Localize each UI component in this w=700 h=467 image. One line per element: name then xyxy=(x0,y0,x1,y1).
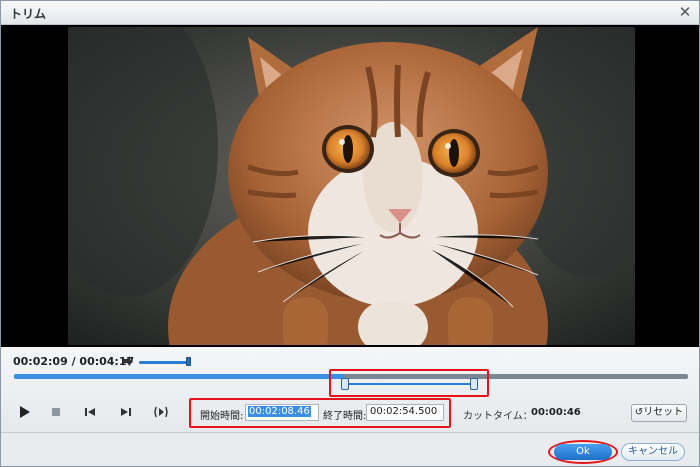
trim-dialog: トリム ✕ 00:02:09 / 00:04:17 開始時間: 00:02:08… xyxy=(0,0,700,467)
timeline-progress xyxy=(14,374,345,379)
player-controls: 00:02:09 / 00:04:17 開始時間: 00:02:08.46 終了… xyxy=(1,347,699,433)
forward-icon[interactable] xyxy=(152,403,170,421)
close-icon[interactable]: ✕ xyxy=(677,4,693,20)
cut-time-label: カットタイム： xyxy=(463,411,533,422)
end-time-label: 終了時間: xyxy=(323,411,367,422)
previous-frame-icon[interactable] xyxy=(81,403,99,421)
cat-image xyxy=(68,27,635,345)
current-time: 00:02:09 xyxy=(13,355,68,368)
start-time-field[interactable]: 00:02:08.46 xyxy=(245,404,319,421)
end-time-field[interactable]: 00:02:54.500 xyxy=(366,404,444,421)
video-frame xyxy=(68,27,635,345)
ok-button[interactable]: Ok xyxy=(554,444,612,460)
trim-range-bar xyxy=(345,383,473,385)
trim-end-handle[interactable] xyxy=(470,378,478,390)
speaker-icon[interactable] xyxy=(123,355,135,367)
volume-fill xyxy=(139,361,187,364)
cut-time-value: 00:00:46 xyxy=(531,407,581,418)
title-bar: トリム ✕ xyxy=(1,1,699,25)
start-time-label: 開始時間: xyxy=(200,411,244,422)
reset-button[interactable]: ↺リセット xyxy=(631,404,687,422)
volume-slider[interactable] xyxy=(139,361,189,364)
trim-start-handle[interactable] xyxy=(341,378,349,390)
reset-icon: ↺ xyxy=(634,407,644,418)
reset-label: リセット xyxy=(643,407,684,418)
cancel-button[interactable]: キャンセル xyxy=(621,443,685,461)
volume-knob[interactable] xyxy=(186,357,191,366)
next-frame-icon[interactable] xyxy=(117,403,135,421)
time-separator: / xyxy=(67,355,80,368)
time-readout: 00:02:09 / 00:04:17 xyxy=(13,355,134,368)
play-icon[interactable] xyxy=(15,403,33,421)
stop-icon[interactable] xyxy=(47,403,65,421)
video-preview xyxy=(1,25,699,347)
start-time-value: 00:02:08.46 xyxy=(248,406,311,417)
window-title: トリム xyxy=(10,7,47,21)
